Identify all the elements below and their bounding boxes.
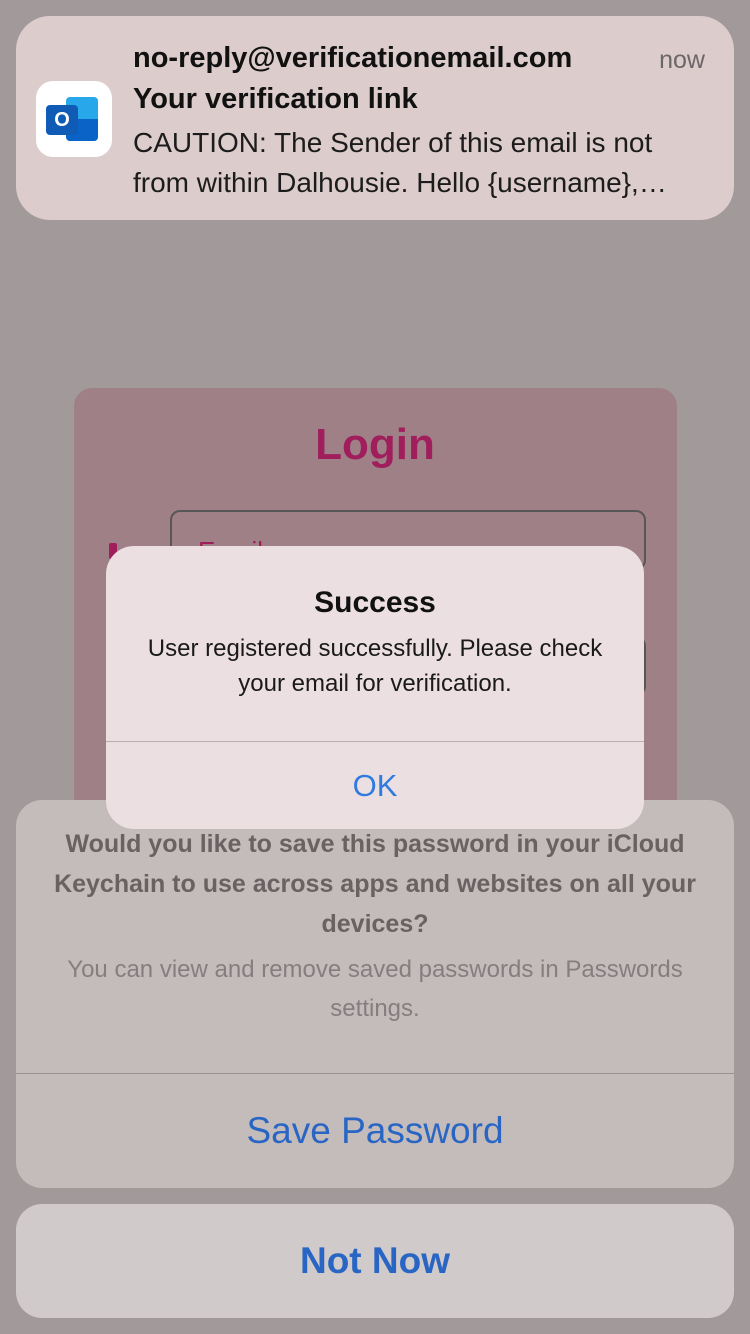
- notification-time: now: [659, 46, 705, 74]
- not-now-button[interactable]: Not Now: [16, 1204, 734, 1318]
- email-notification[interactable]: O no-reply@verificationemail.com now You…: [16, 16, 734, 220]
- keychain-info: You can view and remove saved passwords …: [67, 956, 683, 1022]
- notification-sender: no-reply@verificationemail.com: [133, 42, 573, 74]
- ok-button[interactable]: OK: [106, 742, 644, 829]
- keychain-question: Would you like to save this password in …: [54, 830, 696, 938]
- outlook-icon: O: [36, 81, 112, 157]
- notification-preview: CAUTION: The Sender of this email is not…: [133, 127, 653, 198]
- keychain-save-sheet: Would you like to save this password in …: [16, 800, 734, 1188]
- notification-subject: Your verification link: [133, 83, 418, 115]
- alert-message: User registered successfully. Please che…: [147, 635, 603, 697]
- success-alert: Success User registered successfully. Pl…: [106, 546, 644, 829]
- alert-title: Success: [314, 586, 436, 619]
- login-title: Login: [315, 420, 435, 469]
- save-password-button[interactable]: Save Password: [16, 1074, 734, 1188]
